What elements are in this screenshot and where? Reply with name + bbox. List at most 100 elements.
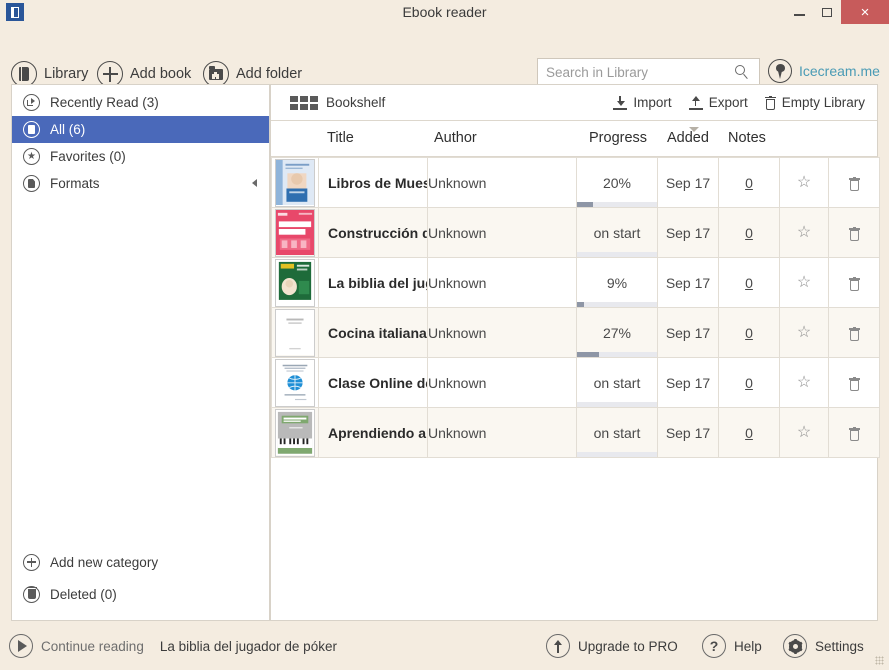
book-notes-cell[interactable]: 0 (718, 307, 780, 358)
column-header-progress[interactable]: Progress (589, 121, 647, 156)
table-row[interactable]: La biblia del jugador de pókerUnknown 9% S… (271, 257, 880, 308)
book-notes-count[interactable]: 0 (745, 425, 753, 441)
import-button[interactable]: Import (613, 95, 672, 110)
search-input[interactable] (538, 59, 734, 86)
import-icon (613, 95, 628, 110)
table-row[interactable]: Libros de MuestraUnknown 20% Sep 17 0 ☆ (271, 157, 880, 208)
sidebar-item-recently-read[interactable]: Recently Read (3) (12, 89, 269, 116)
book-notes-cell[interactable]: 0 (718, 407, 780, 458)
upgrade-to-pro-button[interactable]: Upgrade to PRO (546, 634, 678, 658)
book-favorite-cell[interactable]: ☆ (779, 257, 829, 308)
deleted-button[interactable]: Deleted (0) (12, 578, 269, 610)
book-title: La biblia del jugador de póker (328, 274, 427, 291)
book-favorite-cell[interactable]: ☆ (779, 157, 829, 208)
book-delete-cell[interactable] (828, 257, 880, 308)
continue-reading-label: Continue reading (41, 638, 144, 654)
book-notes-count[interactable]: 0 (745, 275, 753, 291)
add-new-category-label: Add new category (50, 554, 159, 570)
trash-circle-icon (23, 585, 40, 603)
trash-icon[interactable] (848, 426, 860, 441)
add-new-category-button[interactable]: Add new category (12, 546, 269, 578)
progress-fill (577, 202, 593, 207)
book-notes-cell[interactable]: 0 (718, 157, 780, 208)
maximize-button[interactable] (813, 0, 841, 24)
table-row[interactable]: Cocina italiana Unknown 27% Sep 17 0 ☆ (271, 307, 880, 358)
empty-library-button[interactable]: Empty Library (764, 95, 865, 110)
help-button[interactable]: ? Help (702, 634, 762, 658)
book-favorite-cell[interactable]: ☆ (779, 357, 829, 408)
continue-reading-button[interactable]: Continue reading La biblia del jugador d… (9, 634, 337, 658)
book-notes-cell[interactable]: 0 (718, 357, 780, 408)
sidebar-label-all: All (6) (50, 122, 86, 137)
recently-read-icon (23, 94, 40, 111)
minimize-button[interactable] (785, 0, 813, 24)
book-notes-count[interactable]: 0 (745, 375, 753, 391)
book-title-cell[interactable]: La biblia del jugador de póker (318, 257, 428, 308)
star-outline-icon[interactable]: ☆ (797, 224, 811, 241)
trash-icon[interactable] (848, 226, 860, 241)
star-outline-icon[interactable]: ☆ (797, 374, 811, 391)
column-header-notes[interactable]: Notes (728, 121, 766, 156)
sidebar-item-favorites[interactable]: ★ Favorites (0) (12, 143, 269, 170)
book-title-cell[interactable]: Aprendiendo a (318, 407, 428, 458)
book-progress-label: on start (593, 224, 641, 241)
star-outline-icon[interactable]: ☆ (797, 324, 811, 341)
trash-icon[interactable] (848, 176, 860, 191)
sidebar-item-all[interactable]: All (6) (12, 116, 269, 143)
search-icon[interactable] (735, 65, 750, 80)
book-added-cell: Sep 17 (657, 407, 719, 458)
book-delete-cell[interactable] (828, 307, 880, 358)
book-progress-cell: on start (576, 407, 658, 458)
book-notes-count[interactable]: 0 (745, 325, 753, 341)
book-delete-cell[interactable] (828, 157, 880, 208)
chevron-left-icon[interactable] (252, 179, 257, 187)
book-cover-cell (271, 357, 319, 408)
book-notes-cell[interactable]: 0 (718, 257, 780, 308)
book-notes-count[interactable]: 0 (745, 175, 753, 191)
title-bar: Ebook reader × (0, 0, 889, 24)
star-outline-icon[interactable]: ☆ (797, 274, 811, 291)
trash-icon[interactable] (848, 326, 860, 341)
column-header-added[interactable]: Added (667, 121, 709, 156)
book-title-cell[interactable]: Cocina italiana (318, 307, 428, 358)
book-delete-cell[interactable] (828, 357, 880, 408)
book-delete-cell[interactable] (828, 207, 880, 258)
close-button[interactable]: × (841, 0, 889, 24)
trash-icon[interactable] (848, 376, 860, 391)
settings-button[interactable]: Settings (783, 634, 864, 658)
table-row[interactable]: Construcción deUnknown on start Sep 17 0 ☆ (271, 207, 880, 258)
book-favorite-cell[interactable]: ☆ (779, 407, 829, 458)
book-favorite-cell[interactable]: ☆ (779, 207, 829, 258)
book-title-cell[interactable]: Clase Online de (318, 357, 428, 408)
export-button[interactable]: Export (688, 95, 748, 110)
book-delete-cell[interactable] (828, 407, 880, 458)
maximize-icon (822, 7, 832, 17)
brand-link[interactable]: Icecream.me (768, 59, 880, 83)
book-favorite-cell[interactable]: ☆ (779, 307, 829, 358)
star-outline-icon[interactable]: ☆ (797, 174, 811, 191)
trash-icon[interactable] (848, 276, 860, 291)
book-title-cell[interactable]: Libros de Muestra (318, 157, 428, 208)
sidebar-item-formats[interactable]: Formats (12, 170, 269, 197)
book-cover-image (275, 208, 315, 257)
grid-view-icon[interactable] (290, 96, 318, 110)
book-progress-label: on start (593, 374, 641, 391)
star-outline-icon[interactable]: ☆ (797, 424, 811, 441)
table-row[interactable]: Clase Online de Unknown on start Sep 17 0 ☆ (271, 357, 880, 408)
book-title: Clase Online de (328, 374, 427, 391)
book-author: Unknown (428, 224, 487, 241)
table-row[interactable]: Aprendiendo a Unknown on start Sep 17 0 ☆ (271, 407, 880, 458)
column-header-title[interactable]: Title (327, 121, 354, 156)
book-notes-cell[interactable]: 0 (718, 207, 780, 258)
question-mark-icon: ? (702, 634, 726, 658)
book-cover-cell (271, 157, 319, 208)
search-box[interactable] (537, 58, 760, 87)
resize-grip[interactable] (875, 656, 884, 665)
book-author-cell: Unknown (427, 157, 577, 208)
status-bar: Continue reading La biblia del jugador d… (0, 622, 889, 670)
column-header-author[interactable]: Author (434, 121, 477, 156)
book-title-cell[interactable]: Construcción de (318, 207, 428, 258)
book-added-cell: Sep 17 (657, 307, 719, 358)
book-notes-count[interactable]: 0 (745, 225, 753, 241)
header-actions: Import Export Empty Library (613, 95, 865, 110)
